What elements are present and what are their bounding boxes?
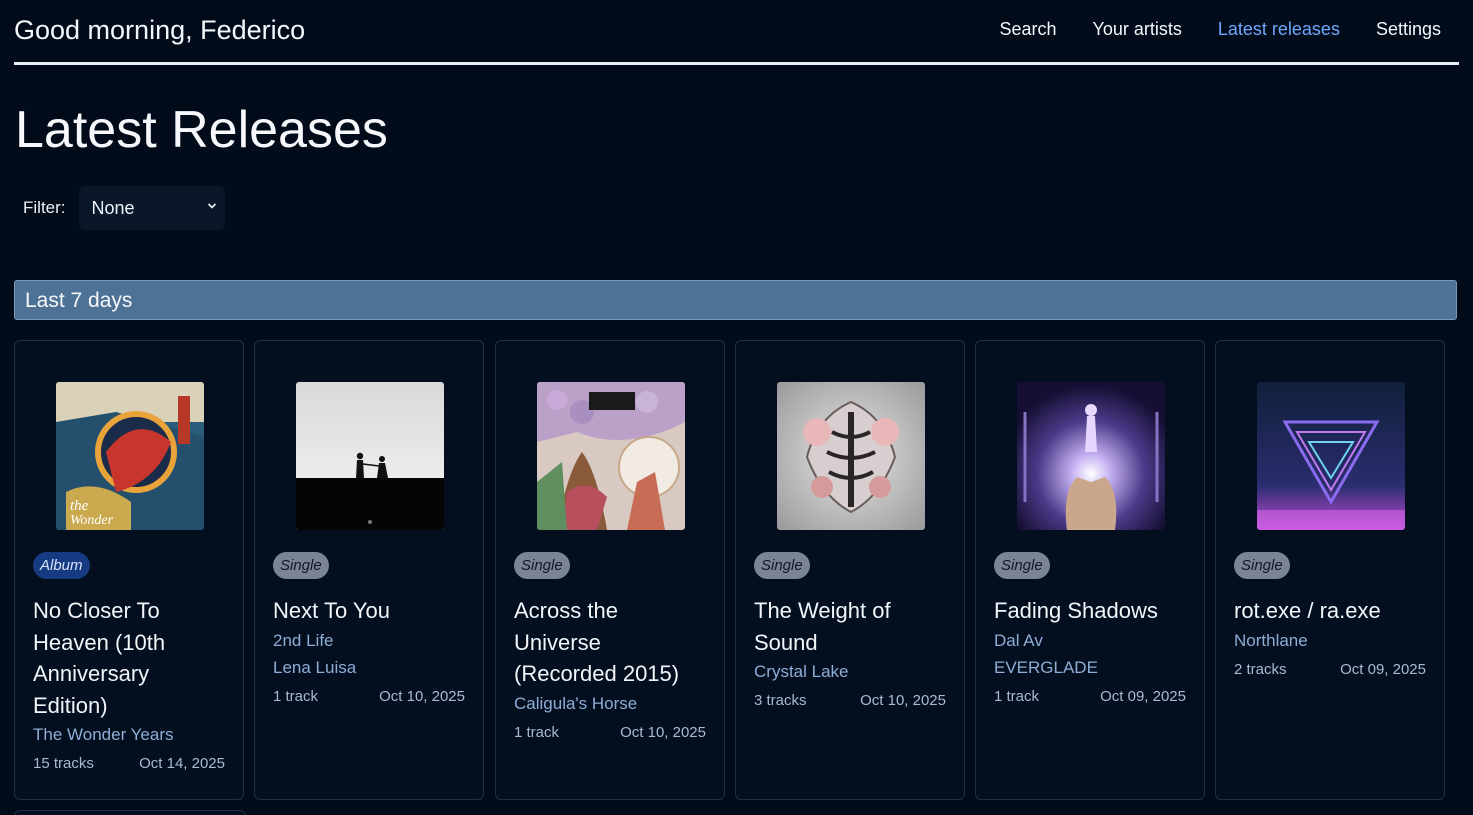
filter-label: Filter:	[23, 198, 66, 217]
album-cover-art[interactable]	[537, 382, 685, 530]
filter-selected-value: None	[91, 198, 135, 218]
release-meta: 15 tracks Oct 14, 2025	[33, 755, 225, 772]
release-card-partial[interactable]	[14, 810, 246, 815]
svg-text:the: the	[70, 498, 89, 514]
latest-releases-page: Good morning, Federico Search Your artis…	[0, 0, 1473, 815]
album-cover-art[interactable]: the Wonder	[56, 382, 204, 530]
release-meta: 3 tracks Oct 10, 2025	[754, 692, 946, 709]
artist-link[interactable]: The Wonder Years	[33, 721, 225, 748]
release-title[interactable]: No Closer To Heaven (10th Anniversary Ed…	[33, 595, 225, 721]
album-cover-art[interactable]	[296, 382, 444, 530]
release-info: No Closer To Heaven (10th Anniversary Ed…	[33, 595, 225, 772]
section-header: Last 7 days	[14, 280, 1457, 320]
release-info: rot.exe / ra.exe Northlane 2 tracks Oct …	[1234, 595, 1426, 678]
artist-link[interactable]: EVERGLADE	[994, 654, 1186, 681]
release-title[interactable]: Next To You	[273, 595, 465, 627]
nav-search[interactable]: Search	[999, 19, 1056, 40]
release-card[interactable]: Single Fading Shadows Dal Av EVERGLADE 1…	[975, 340, 1205, 800]
release-meta: 2 tracks Oct 09, 2025	[1234, 661, 1426, 678]
track-count: 1 track	[273, 687, 319, 705]
nav-settings[interactable]: Settings	[1376, 19, 1441, 40]
artist-link[interactable]: 2nd Life	[273, 627, 465, 654]
album-cover-art[interactable]	[1257, 382, 1405, 530]
release-title[interactable]: rot.exe / ra.exe	[1234, 595, 1426, 627]
artist-link[interactable]: Dal Av	[994, 627, 1186, 654]
release-date: Oct 10, 2025	[860, 692, 946, 709]
release-info: Fading Shadows Dal Av EVERGLADE 1 track …	[994, 595, 1186, 705]
release-card[interactable]: the Wonder Album No Closer To Heaven (10…	[14, 340, 244, 800]
page-title: Latest Releases	[15, 101, 388, 159]
release-card[interactable]: Single Next To You 2nd Life Lena Luisa 1…	[254, 340, 484, 800]
release-card[interactable]: Single rot.exe / ra.exe Northlane 2 trac…	[1215, 340, 1445, 800]
track-count: 2 tracks	[1234, 660, 1287, 678]
release-type-badge: Album	[33, 552, 90, 579]
release-meta: 1 track Oct 10, 2025	[273, 688, 465, 705]
artist-link[interactable]: Crystal Lake	[754, 658, 946, 685]
artist-link[interactable]: Caligula's Horse	[514, 690, 706, 717]
release-type-badge: Single	[514, 552, 570, 579]
nav-latest-releases[interactable]: Latest releases	[1218, 19, 1340, 40]
release-title[interactable]: Across the Universe (Recorded 2015)	[514, 595, 706, 690]
release-date: Oct 10, 2025	[620, 723, 706, 741]
track-count: 3 tracks	[754, 692, 807, 709]
track-count: 1 track	[994, 687, 1040, 705]
release-info: Across the Universe (Recorded 2015) Cali…	[514, 595, 706, 741]
release-type-badge: Single	[994, 552, 1050, 579]
release-date: Oct 14, 2025	[139, 755, 225, 772]
artist-link[interactable]: Northlane	[1234, 627, 1426, 654]
section-title: Last 7 days	[25, 289, 133, 312]
nav-your-artists[interactable]: Your artists	[1092, 19, 1181, 40]
track-count: 15 tracks	[33, 755, 94, 772]
release-date: Oct 09, 2025	[1340, 660, 1426, 678]
release-info: The Weight of Sound Crystal Lake 3 track…	[754, 595, 946, 709]
track-count: 1 track	[514, 723, 560, 741]
greeting: Good morning, Federico	[14, 15, 306, 45]
main-nav: Search Your artists Latest releases Sett…	[999, 19, 1441, 40]
album-cover-art[interactable]	[777, 382, 925, 530]
artist-link[interactable]: Lena Luisa	[273, 654, 465, 681]
release-meta: 1 track Oct 10, 2025	[514, 724, 706, 741]
release-title[interactable]: The Weight of Sound	[754, 595, 946, 658]
release-card[interactable]: Single Across the Universe (Recorded 201…	[495, 340, 725, 800]
release-type-badge: Single	[754, 552, 810, 579]
svg-text:Wonder: Wonder	[70, 513, 114, 528]
filter-select[interactable]: None	[78, 186, 225, 230]
release-date: Oct 09, 2025	[1100, 687, 1186, 705]
chevron-down-icon	[207, 203, 216, 209]
release-date: Oct 10, 2025	[379, 687, 465, 705]
top-navbar: Good morning, Federico Search Your artis…	[14, 0, 1459, 65]
filter-row: Filter: None	[23, 186, 225, 230]
album-cover-art[interactable]	[1017, 382, 1165, 530]
release-type-badge: Single	[1234, 552, 1290, 579]
release-type-badge: Single	[273, 552, 329, 579]
release-title[interactable]: Fading Shadows	[994, 595, 1186, 627]
release-card[interactable]: Single The Weight of Sound Crystal Lake …	[735, 340, 965, 800]
release-info: Next To You 2nd Life Lena Luisa 1 track …	[273, 595, 465, 705]
release-meta: 1 track Oct 09, 2025	[994, 688, 1186, 705]
